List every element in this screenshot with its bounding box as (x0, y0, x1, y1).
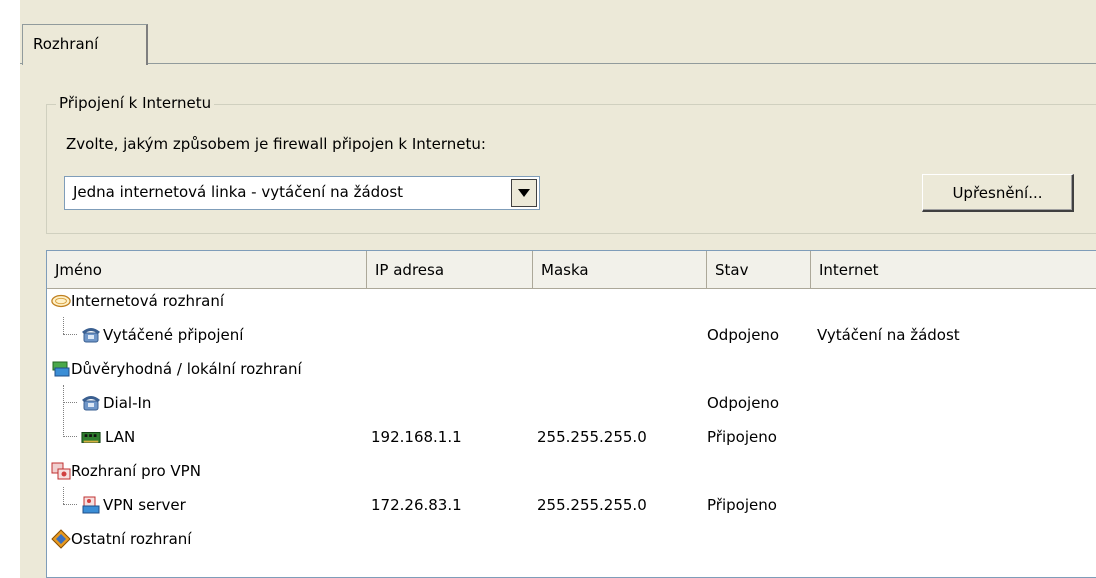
column-header-name[interactable]: Jméno (47, 251, 367, 289)
table-row[interactable]: VPN server 172.26.83.1 255.255.255.0 Při… (47, 489, 1096, 523)
left-margin (0, 0, 20, 578)
column-header-internet[interactable]: Internet (811, 251, 1096, 289)
row-status: Připojeno (707, 496, 777, 514)
dropdown-button[interactable] (511, 179, 537, 207)
connection-mode-value: Jedna internetová linka - vytáčení na žá… (73, 183, 404, 201)
chevron-down-icon (518, 189, 530, 197)
column-header-status[interactable]: Stav (707, 251, 811, 289)
cloud-icon (51, 294, 71, 308)
dialup-phone-icon (82, 328, 100, 343)
connection-mode-select[interactable]: Jedna internetová linka - vytáčení na žá… (64, 176, 540, 210)
advanced-button-label: Upřesnění... (952, 183, 1043, 202)
table-row[interactable]: Důvěryhodná / lokální rozhraní (47, 353, 1096, 387)
table-row[interactable]: Vytáčené připojení Odpojeno Vytáčení na … (47, 319, 1096, 353)
row-name: Internetová rozhraní (71, 292, 225, 310)
tab-strip (0, 0, 1096, 63)
row-name: Důvěryhodná / lokální rozhraní (71, 360, 302, 378)
group-legend: Připojení k Internetu (56, 94, 215, 112)
row-status: Odpojeno (707, 326, 780, 344)
column-header-ip[interactable]: IP adresa (367, 251, 533, 289)
vpn-group-icon (51, 462, 71, 480)
row-name: Vytáčené připojení (103, 326, 244, 344)
interfaces-table[interactable]: Jméno IP adresa Maska Stav Internet Inte… (46, 250, 1096, 578)
vpn-server-icon (82, 496, 100, 514)
column-header-label: Jméno (55, 261, 102, 279)
column-header-mask[interactable]: Maska (533, 251, 707, 289)
dialin-phone-icon (82, 396, 100, 411)
column-header-label: Internet (819, 261, 879, 279)
table-row[interactable]: Rozhraní pro VPN (47, 455, 1096, 489)
row-status: Odpojeno (707, 394, 780, 412)
advanced-button[interactable]: Upřesnění... (922, 174, 1074, 212)
lan-group-icon (52, 361, 70, 377)
tab-rozhrani[interactable]: Rozhraní (22, 24, 148, 65)
row-mask: 255.255.255.0 (537, 428, 647, 446)
network-card-icon (81, 432, 101, 443)
tab-label: Rozhraní (33, 35, 99, 53)
table-row[interactable]: LAN 192.168.1.1 255.255.255.0 Připojeno (47, 421, 1096, 455)
table-row[interactable]: Dial-In Odpojeno (47, 387, 1096, 421)
row-status: Připojeno (707, 428, 777, 446)
row-name: LAN (105, 428, 136, 446)
row-ip: 172.26.83.1 (371, 496, 462, 514)
other-interfaces-icon (51, 529, 71, 549)
row-internet: Vytáčení na žádost (817, 326, 960, 344)
row-name: Rozhraní pro VPN (71, 462, 201, 480)
table-row[interactable]: Internetová rozhraní (47, 285, 1096, 319)
connection-prompt: Zvolte, jakým způsobem je firewall připo… (66, 135, 486, 153)
column-header-label: IP adresa (375, 261, 445, 279)
column-header-label: Maska (541, 261, 589, 279)
internet-connection-group (46, 104, 1096, 234)
table-row[interactable]: Ostatní rozhraní (47, 523, 1096, 557)
row-name: VPN server (103, 496, 186, 514)
row-name: Dial-In (103, 394, 152, 412)
row-mask: 255.255.255.0 (537, 496, 647, 514)
row-ip: 192.168.1.1 (371, 428, 462, 446)
row-name: Ostatní rozhraní (71, 530, 192, 548)
column-header-label: Stav (715, 261, 749, 279)
